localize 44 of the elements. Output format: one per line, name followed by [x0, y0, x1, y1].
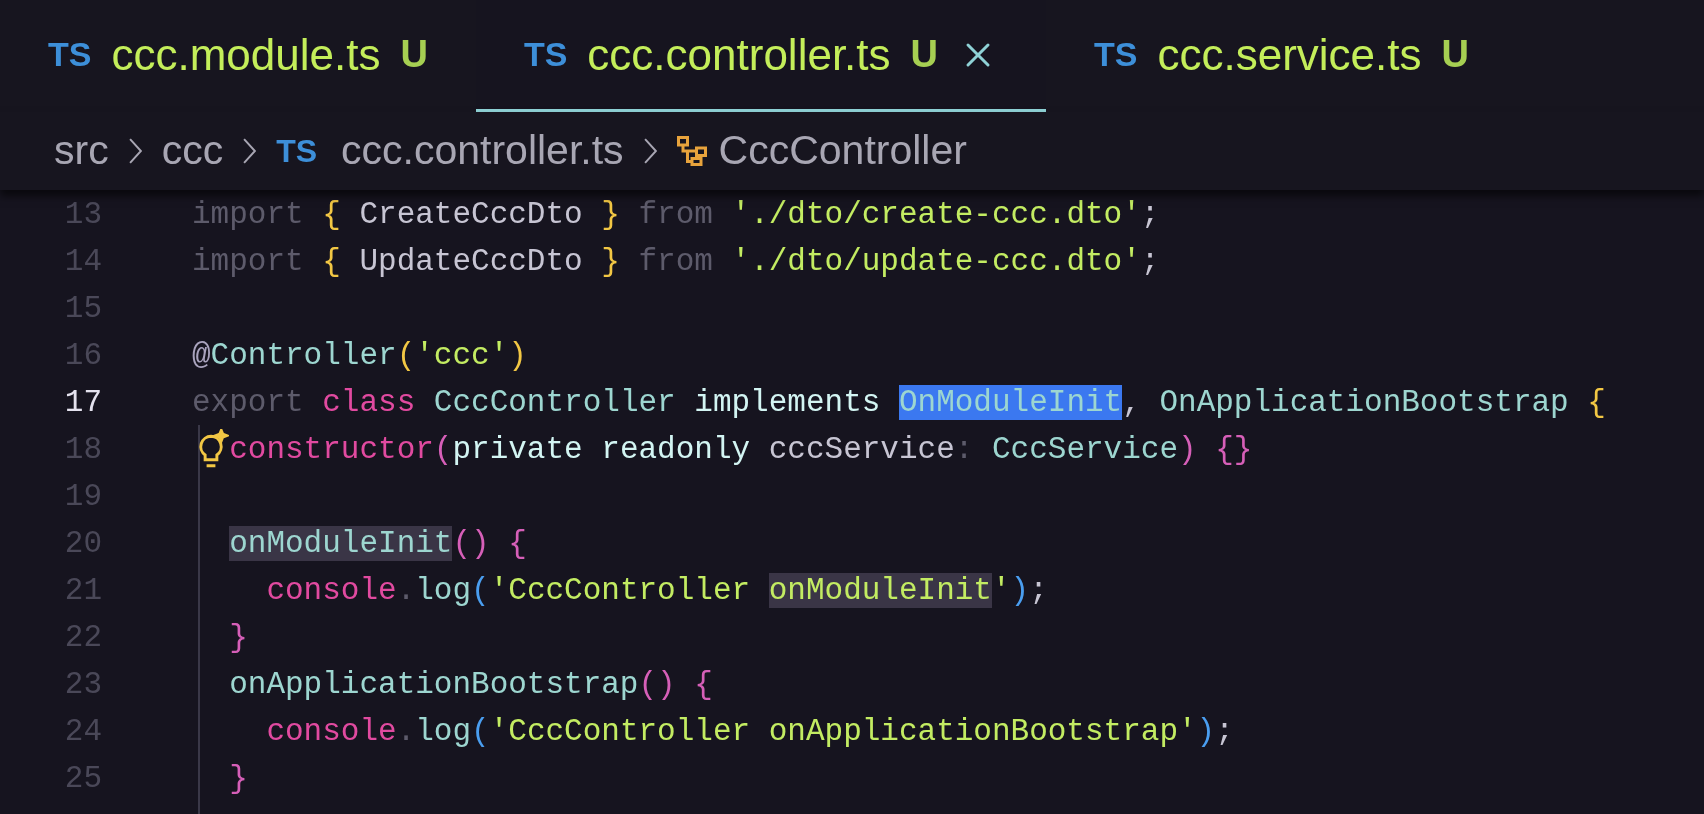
typescript-file-label: TS	[48, 34, 92, 75]
code-line: constructor(private readonly cccService: CccService) {}	[229, 431, 1253, 470]
code-line: console.log('CccController onModuleInit');	[266, 572, 1048, 611]
git-status-label: U	[910, 32, 938, 77]
line-number: 14	[63, 243, 102, 282]
tab-filename: ccc.controller.ts	[587, 28, 891, 81]
code-line: export class CccController implements OnModuleInit, OnApplicationBootstrap {	[192, 384, 1606, 423]
code-line: import { UpdateCccDto } from './dto/update-ccc.dto';	[192, 243, 1160, 282]
tab-filename: ccc.module.ts	[111, 28, 381, 81]
line-number: 24	[63, 713, 102, 752]
line-number: 18	[63, 431, 102, 470]
line-number: 22	[63, 619, 102, 658]
code-line: onModuleInit() {	[229, 525, 527, 564]
git-status-label: U	[400, 32, 428, 77]
line-number: 25	[63, 760, 102, 799]
line-number: 20	[63, 525, 102, 564]
code-line: @Controller('ccc')	[192, 337, 527, 376]
code-line: console.log('CccController onApplicationBootstrap');	[266, 713, 1234, 752]
line-number: 17	[63, 384, 102, 423]
breadcrumb-item[interactable]: ccc.controller.ts	[341, 120, 624, 182]
tab-filename: ccc.service.ts	[1157, 28, 1422, 81]
git-status-label: U	[1441, 32, 1469, 77]
line-number: 23	[63, 666, 102, 705]
editor-tab[interactable]: TS ccc.service.ts U	[1046, 0, 1517, 112]
breadcrumb-item[interactable]: ccc	[161, 120, 224, 182]
line-number: 19	[63, 478, 102, 517]
line-number: 16	[63, 337, 102, 376]
code-line: import { CreateCccDto } from './dto/create-ccc.dto';	[192, 196, 1160, 235]
chevron-icon	[243, 138, 257, 164]
breadcrumb-item[interactable]: CccController	[718, 120, 967, 182]
line-number: 15	[63, 290, 102, 329]
code-line: }	[229, 760, 248, 799]
code-line: }	[229, 619, 248, 658]
code-line: onApplicationBootstrap() {	[229, 666, 713, 705]
line-number: 13	[63, 196, 102, 235]
chevron-icon	[643, 138, 657, 164]
typescript-file-label: TS	[523, 34, 568, 75]
breadcrumb-item[interactable]: src	[54, 120, 109, 182]
editor-tab[interactable]: TS ccc.module.ts U	[0, 0, 476, 112]
typescript-file-label: TS	[1094, 34, 1138, 75]
line-number: 21	[63, 572, 102, 611]
chevron-icon	[128, 138, 142, 164]
class-icon	[676, 136, 707, 166]
typescript-file-label: TS	[276, 132, 318, 171]
